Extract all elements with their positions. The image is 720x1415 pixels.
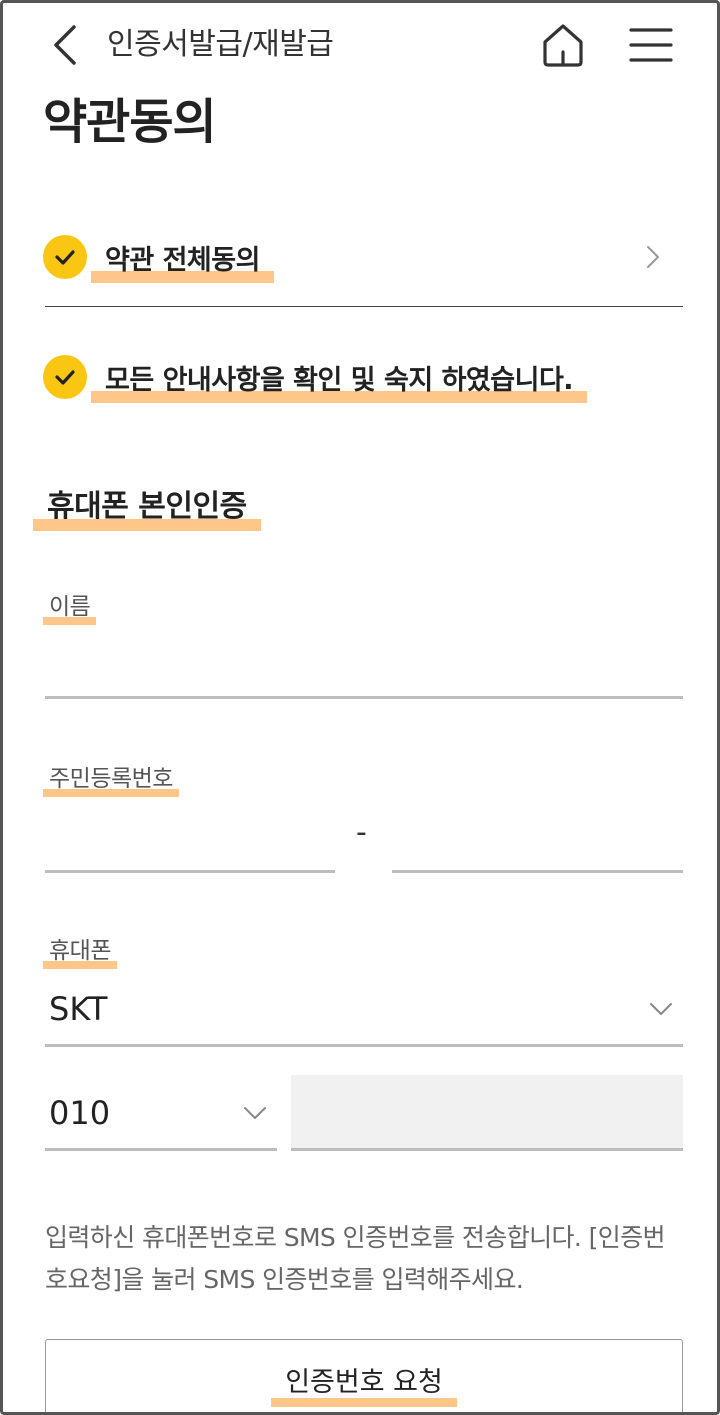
rrn-label-text: 주민등록번호 bbox=[43, 759, 179, 797]
agree-notice-label: 모든 안내사항을 확인 및 숙지 하였습니다. bbox=[90, 358, 588, 403]
request-code-button[interactable]: 인증번호 요청 bbox=[45, 1339, 683, 1412]
chevron-down-icon bbox=[650, 1003, 672, 1015]
home-icon bbox=[543, 24, 583, 67]
phone-prefix-value: 010 bbox=[49, 1094, 111, 1132]
agree-notice-checkbox[interactable] bbox=[43, 355, 87, 399]
top-header: 인증서발급/재발급 bbox=[3, 3, 717, 87]
check-icon bbox=[55, 250, 75, 265]
hamburger-menu-icon bbox=[629, 28, 673, 62]
header-title: 인증서발급/재발급 bbox=[107, 27, 334, 62]
phone-label-text: 휴대폰 bbox=[43, 931, 117, 969]
phone-label: 휴대폰 bbox=[43, 931, 117, 969]
agree-all-label: 약관 전체동의 bbox=[91, 238, 274, 283]
phone-prefix-select[interactable]: 010 bbox=[45, 1075, 277, 1151]
section-title-text: 휴대폰 본인인증 bbox=[33, 481, 261, 531]
section-title-phone-verification: 휴대폰 본인인증 bbox=[33, 481, 261, 531]
rrn-label: 주민등록번호 bbox=[43, 759, 179, 797]
chevron-right-icon[interactable] bbox=[643, 241, 663, 273]
name-input[interactable] bbox=[45, 631, 683, 699]
carrier-select-value: SKT bbox=[49, 990, 108, 1028]
phone-number-input[interactable] bbox=[291, 1075, 683, 1151]
back-button[interactable] bbox=[43, 23, 87, 67]
chevron-down-icon bbox=[244, 1107, 266, 1119]
carrier-select[interactable]: SKT bbox=[45, 969, 683, 1047]
agree-all-row[interactable]: 약관 전체동의 bbox=[43, 229, 683, 285]
rrn-front-input[interactable] bbox=[45, 805, 335, 873]
rrn-back-input[interactable] bbox=[392, 805, 683, 873]
agree-all-checkbox[interactable] bbox=[43, 235, 87, 279]
request-code-button-label: 인증번호 요청 bbox=[271, 1360, 457, 1407]
chevron-left-icon bbox=[54, 25, 76, 65]
page-title: 약관동의 bbox=[43, 94, 217, 150]
name-label-text: 이름 bbox=[42, 587, 97, 625]
name-label: 이름 bbox=[42, 587, 97, 625]
rrn-separator: - bbox=[356, 815, 367, 850]
home-button[interactable] bbox=[537, 19, 589, 71]
sms-notice-text: 입력하신 휴대폰번호로 SMS 인증번호를 전송합니다. [인증번호요청]을 눌… bbox=[45, 1223, 666, 1294]
agree-divider bbox=[45, 306, 683, 307]
check-icon bbox=[55, 370, 75, 385]
agree-notice-row[interactable]: 모든 안내사항을 확인 및 숙지 하였습니다. bbox=[43, 349, 683, 405]
app-frame: 인증서발급/재발급 약관동의 약관 전체동의 모든 안내사항을 확인 및 숙지 … bbox=[0, 0, 720, 1415]
menu-button[interactable] bbox=[623, 19, 679, 71]
